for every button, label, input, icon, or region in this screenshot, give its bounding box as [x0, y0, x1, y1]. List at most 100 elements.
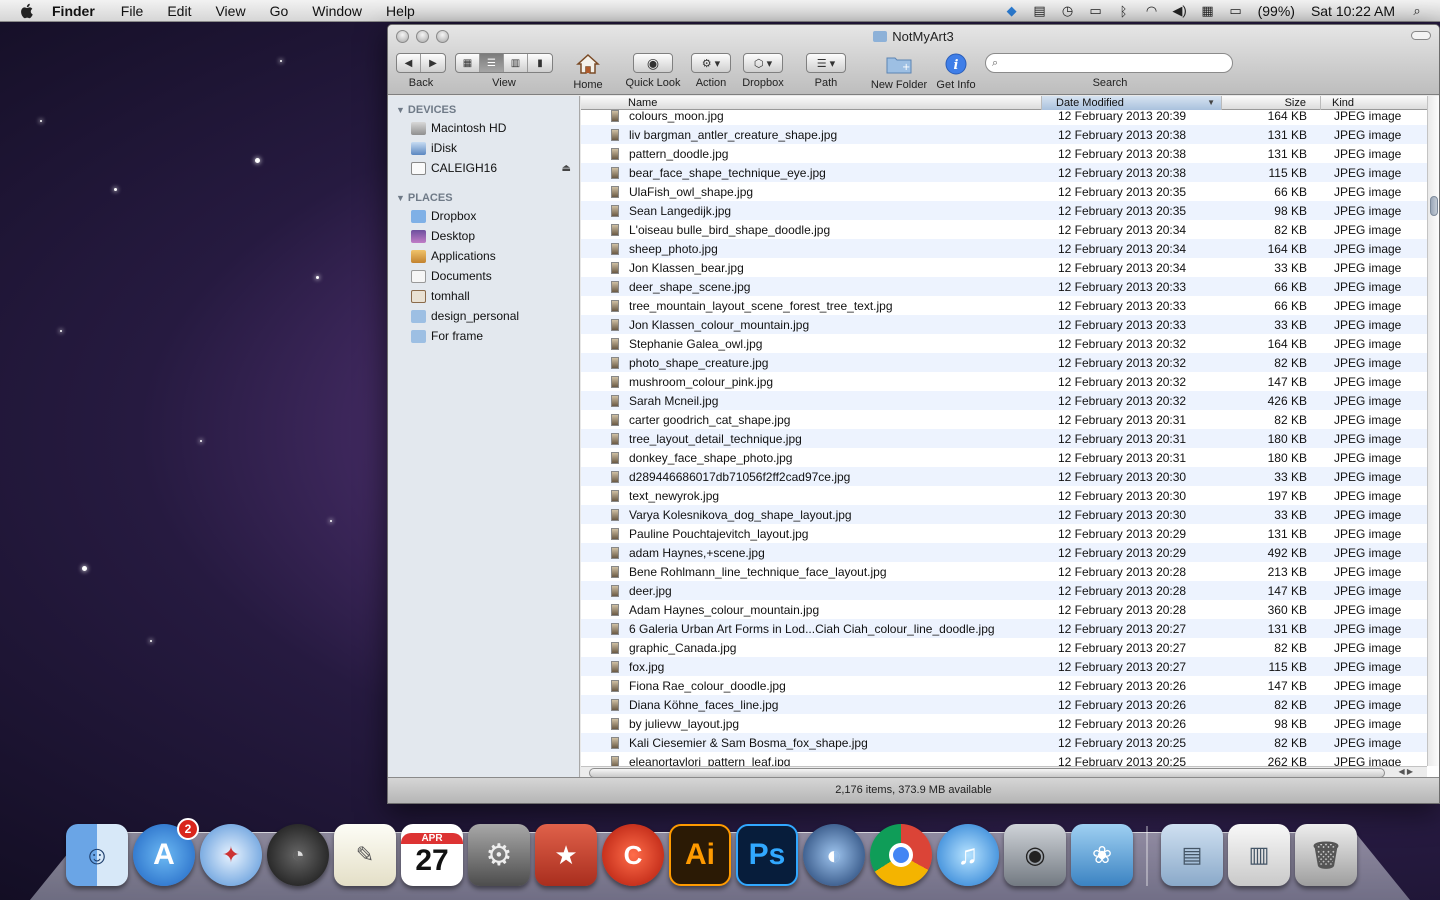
column-header-size[interactable]: Size	[1222, 96, 1321, 110]
wunderlist-dock-icon[interactable]: ★	[535, 824, 597, 886]
eject-icon[interactable]: ⏏	[562, 163, 571, 174]
vertical-scroll-thumb[interactable]	[1430, 196, 1438, 216]
home-group[interactable]: Home	[568, 53, 608, 91]
menu-clock[interactable]: Sat 10:22 AM	[1311, 3, 1395, 19]
info-icon[interactable]: i	[934, 53, 978, 75]
column-header-kind[interactable]: Kind	[1321, 96, 1427, 110]
list-view-button[interactable]: ☰	[480, 54, 504, 72]
disclosure-triangle-icon[interactable]: ▼	[396, 193, 405, 203]
table-row[interactable]: adam Haynes,+scene.jpg 12 February 2013 2…	[581, 543, 1427, 562]
sidebar-item-caleigh16[interactable]: CALEIGH16 ⏏	[388, 158, 579, 178]
disclosure-triangle-icon[interactable]: ▼	[396, 105, 405, 115]
vertical-scrollbar[interactable]	[1427, 96, 1439, 766]
toolbar-toggle-button[interactable]	[1411, 31, 1431, 40]
itunes-dock-icon[interactable]: ♫	[937, 824, 999, 886]
menu-go[interactable]: Go	[270, 3, 289, 19]
app-store-dock-icon[interactable]: A2	[133, 818, 199, 886]
table-row[interactable]: bear_face_shape_technique_eye.jpg 12 Febr…	[581, 163, 1427, 182]
table-row[interactable]: UlaFish_owl_shape.jpg 12 February 2013 20…	[581, 182, 1427, 201]
scroll-arrows-icon[interactable]: ◀ ▶	[1398, 767, 1413, 776]
display-mirroring-icon[interactable]: ▭	[1087, 3, 1105, 18]
table-row[interactable]: tree_layout_detail_technique.jpg 12 Febru…	[581, 429, 1427, 448]
menu-file[interactable]: File	[121, 3, 144, 19]
table-row[interactable]: Bene Rohlmann_line_technique_face_layout…	[581, 562, 1427, 581]
time-machine-icon[interactable]: ◷	[1059, 3, 1077, 18]
table-row[interactable]: Adam Haynes_colour_mountain.jpg 12 Februa…	[581, 600, 1427, 619]
ical-dock-icon[interactable]: APR 27	[401, 824, 463, 886]
sidebar-item-macintosh-hd[interactable]: Macintosh HD	[388, 118, 579, 138]
sidebar-header-places[interactable]: ▼ PLACES	[388, 188, 579, 206]
table-row[interactable]: Diana Köhne_faces_line.jpg 12 February 20…	[581, 695, 1427, 714]
downloads-stack-dock-icon[interactable]: ▥	[1228, 824, 1290, 886]
forward-button[interactable]: ▶	[421, 54, 445, 72]
table-row[interactable]: Jon Klassen_bear.jpg 12 February 2013 20:…	[581, 258, 1427, 277]
table-row[interactable]: Fiona Rae_colour_doodle.jpg 12 February 2…	[581, 676, 1427, 695]
facetime-dock-icon[interactable]: ◉	[1004, 824, 1066, 886]
chrome-dock-icon[interactable]	[870, 824, 932, 886]
sidebar-item-for-frame[interactable]: For frame	[388, 326, 579, 346]
input-source-icon[interactable]: ▦	[1199, 3, 1217, 18]
search-field[interactable]: ⌕	[985, 53, 1233, 73]
textedit-dock-icon[interactable]: ✎	[334, 824, 396, 886]
table-row[interactable]: mushroom_colour_pink.jpg 12 February 2013…	[581, 372, 1427, 391]
table-row[interactable]: by julievw_layout.jpg 12 February 2013 20…	[581, 714, 1427, 733]
path-group[interactable]: ☰ ▾ Path	[806, 53, 846, 89]
menu-app-finder[interactable]: Finder	[52, 3, 95, 19]
table-row[interactable]: d289446686017db71056f2ff2cad97ce.jpg 12 F…	[581, 467, 1427, 486]
sidebar-item-design-personal[interactable]: design_personal	[388, 306, 579, 326]
search-input[interactable]	[1003, 57, 1214, 69]
system-preferences-dock-icon[interactable]: ⚙	[468, 824, 530, 886]
table-row[interactable]: 6 Galeria Urban Art Forms in Lod...Ciah …	[581, 619, 1427, 638]
action-button[interactable]: ⚙ ▾	[691, 53, 731, 73]
table-row[interactable]: liv bargman_antler_creature_shape.jpg 12 …	[581, 125, 1427, 144]
column-header-date-modified[interactable]: Date Modified ▼	[1042, 96, 1222, 110]
spotlight-search-icon[interactable]: ⌕	[1408, 3, 1426, 18]
table-row[interactable]: graphic_Canada.jpg 12 February 2013 20:27…	[581, 638, 1427, 657]
quicklook-group[interactable]: ◉ Quick Look	[624, 53, 682, 89]
dropbox-button[interactable]: ⬡ ▾	[743, 53, 783, 73]
table-row[interactable]: Sarah Mcneil.jpg 12 February 2013 20:32 42…	[581, 391, 1427, 410]
sidebar-item-idisk[interactable]: iDisk	[388, 138, 579, 158]
ccleaner-dock-icon[interactable]: C	[602, 824, 664, 886]
table-row[interactable]: photo_shape_creature.jpg 12 February 2013…	[581, 353, 1427, 372]
cinema4d-dock-icon[interactable]: ◐	[803, 824, 865, 886]
table-row[interactable]: Varya Kolesnikova_dog_shape_layout.jpg 12…	[581, 505, 1427, 524]
table-row[interactable]: pattern_doodle.jpg 12 February 2013 20:38…	[581, 144, 1427, 163]
table-row[interactable]: fox.jpg 12 February 2013 20:27 115 KB JPEG …	[581, 657, 1427, 676]
menu-edit[interactable]: Edit	[167, 3, 191, 19]
home-icon[interactable]	[568, 53, 608, 75]
table-row[interactable]: Kali Ciesemier & Sam Bosma_fox_shape.jpg…	[581, 733, 1427, 752]
sidebar-item-desktop[interactable]: Desktop	[388, 226, 579, 246]
iphoto-dock-icon[interactable]: ❀	[1071, 824, 1133, 886]
volume-icon[interactable]: ◀)	[1171, 3, 1189, 18]
table-row[interactable]: tree_mountain_layout_scene_forest_tree_t…	[581, 296, 1427, 315]
table-row[interactable]: L'oiseau bulle_bird_shape_doodle.jpg 12 F…	[581, 220, 1427, 239]
illustrator-dock-icon[interactable]: Ai	[669, 824, 731, 886]
action-group[interactable]: ⚙ ▾ Action	[688, 53, 734, 89]
column-view-button[interactable]: ▥	[504, 54, 528, 72]
battery-percentage[interactable]: (99%)	[1258, 3, 1295, 19]
menu-help[interactable]: Help	[386, 3, 415, 19]
sidebar-header-devices[interactable]: ▼ DEVICES	[388, 100, 579, 118]
quick-look-button[interactable]: ◉	[633, 53, 673, 73]
column-header-name[interactable]: Name	[581, 96, 1042, 110]
dropbox-group[interactable]: ⬡ ▾ Dropbox	[740, 53, 786, 89]
wifi-icon[interactable]: ◠	[1143, 3, 1161, 18]
table-row[interactable]: text_newyrok.jpg 12 February 2013 20:30 19…	[581, 486, 1427, 505]
back-button[interactable]: ◀	[397, 54, 421, 72]
table-row[interactable]: Stephanie Galea_owl.jpg 12 February 2013 …	[581, 334, 1427, 353]
safari-dock-icon[interactable]: ✦	[200, 824, 262, 886]
menu-view[interactable]: View	[215, 3, 245, 19]
documents-stack-dock-icon[interactable]: ▤	[1161, 824, 1223, 886]
icon-view-button[interactable]: ▦	[456, 54, 480, 72]
finder-dock-icon[interactable]: ☺	[66, 824, 128, 886]
table-row[interactable]: Jon Klassen_colour_mountain.jpg 12 Februa…	[581, 315, 1427, 334]
new-folder-icon[interactable]: +	[870, 53, 928, 75]
table-row[interactable]: Pauline Pouchtajevitch_layout.jpg 12 Febr…	[581, 524, 1427, 543]
battery-icon[interactable]: ▭	[1227, 3, 1245, 18]
keyboard-status-icon[interactable]: ▤	[1031, 3, 1049, 18]
bluetooth-icon[interactable]: ᛒ	[1115, 4, 1133, 19]
sidebar-item-dropbox[interactable]: Dropbox	[388, 206, 579, 226]
apple-menu-icon[interactable]	[18, 2, 36, 20]
dashboard-dock-icon[interactable]: ◔	[267, 824, 329, 886]
